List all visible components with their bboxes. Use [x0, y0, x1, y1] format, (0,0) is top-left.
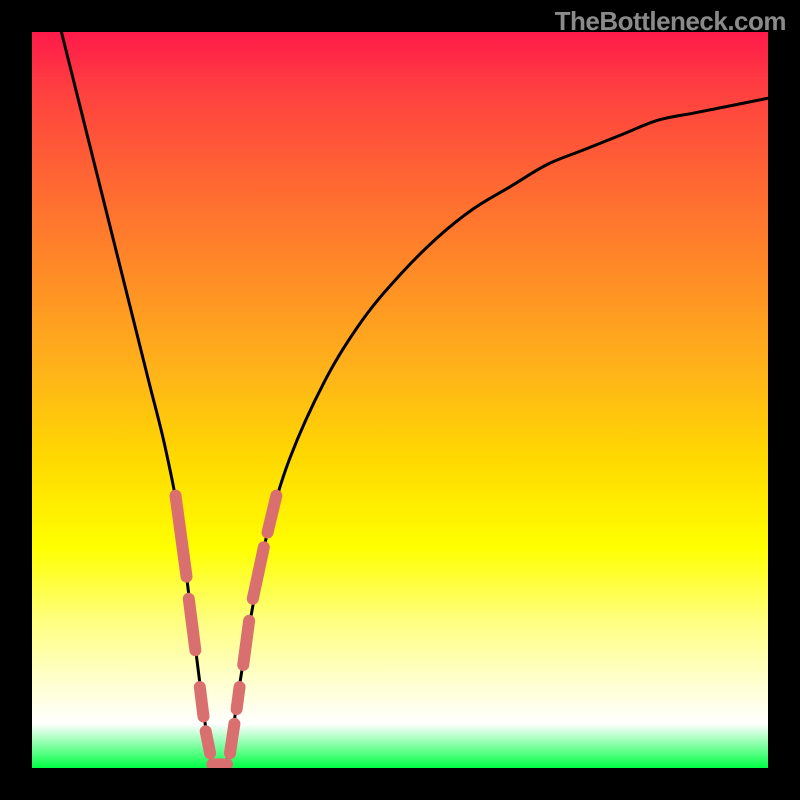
marker-segment [206, 731, 210, 753]
marker-segment [176, 496, 187, 577]
marker-segment [268, 496, 277, 533]
chart-canvas [32, 32, 768, 768]
chart-svg [32, 32, 768, 768]
bottleneck-curve [61, 32, 768, 768]
marker-segment [230, 724, 234, 753]
marker-segment [243, 621, 249, 665]
marker-group [176, 496, 277, 765]
marker-segment [237, 687, 240, 709]
marker-segment [200, 687, 204, 716]
watermark-text: TheBottleneck.com [555, 6, 786, 37]
marker-segment [253, 547, 264, 599]
marker-segment [189, 599, 196, 651]
